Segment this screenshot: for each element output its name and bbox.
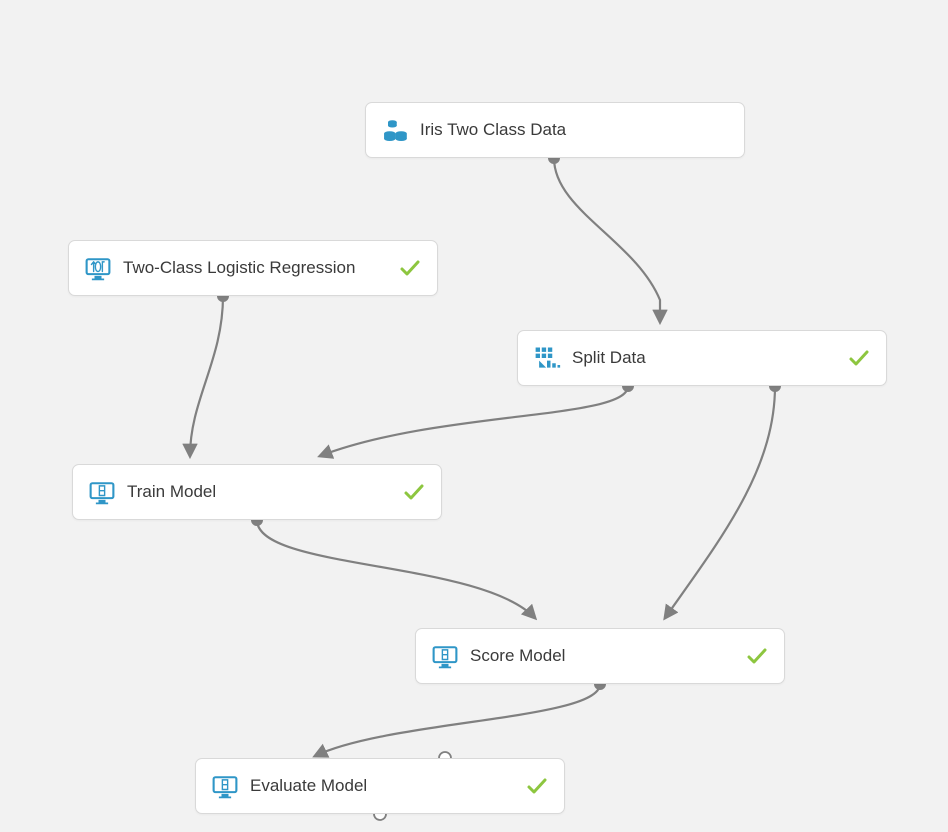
edge-algorithm-to-train	[190, 296, 223, 456]
split-icon	[532, 343, 562, 373]
node-label: Two-Class Logistic Regression	[123, 258, 387, 278]
ml-module-icon	[210, 771, 240, 801]
status-check-icon	[397, 255, 423, 281]
status-check-icon	[524, 773, 550, 799]
node-label: Evaluate Model	[250, 776, 514, 796]
node-dataset[interactable]: Iris Two Class Data	[365, 102, 745, 158]
node-split[interactable]: Split Data	[517, 330, 887, 386]
node-label: Split Data	[572, 348, 836, 368]
status-check-icon	[744, 643, 770, 669]
pipeline-canvas[interactable]: Iris Two Class Data Two-Class Logistic R…	[0, 0, 948, 832]
node-evaluate[interactable]: Evaluate Model	[195, 758, 565, 814]
edge-split-to-train	[320, 386, 628, 456]
node-label: Score Model	[470, 646, 734, 666]
dataset-icon	[380, 115, 410, 145]
node-label: Iris Two Class Data	[420, 120, 730, 140]
node-label: Train Model	[127, 482, 391, 502]
ml-module-icon	[83, 253, 113, 283]
node-score[interactable]: Score Model	[415, 628, 785, 684]
ml-module-icon	[87, 477, 117, 507]
edge-score-to-evaluate	[315, 684, 600, 756]
edge-train-to-score	[257, 520, 535, 618]
node-algorithm[interactable]: Two-Class Logistic Regression	[68, 240, 438, 296]
edge-split-to-score	[665, 386, 775, 618]
status-check-icon	[846, 345, 872, 371]
edge-dataset-to-split	[554, 158, 660, 322]
status-check-icon	[401, 479, 427, 505]
ml-module-icon	[430, 641, 460, 671]
node-train[interactable]: Train Model	[72, 464, 442, 520]
